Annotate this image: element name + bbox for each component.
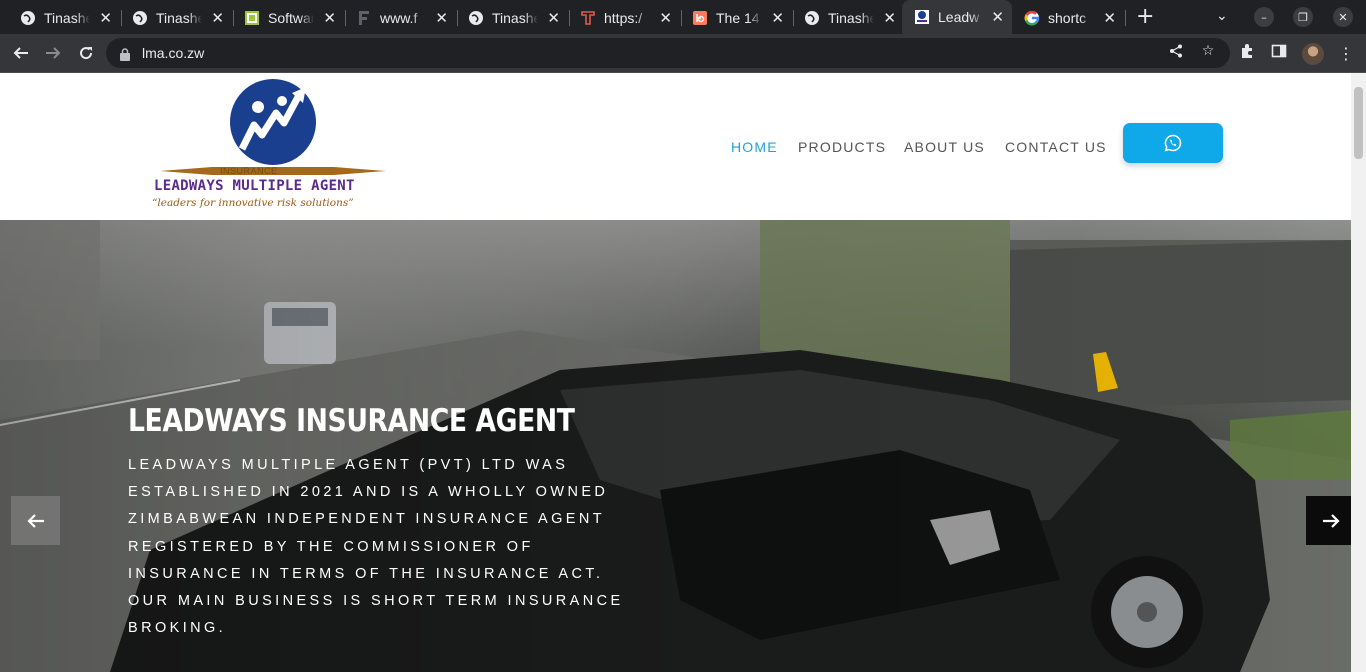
whatsapp-button[interactable]: [1123, 123, 1223, 163]
tab-divider: [1125, 10, 1126, 26]
browser-toolbar: lma.co.zw ☆: [0, 34, 1366, 73]
green-square-icon: [244, 10, 260, 26]
site-header: INSURANCE LEADWAYS MULTIPLE AGENT “leade…: [0, 73, 1351, 220]
globe-icon: [804, 10, 820, 26]
extensions-icon[interactable]: [1239, 43, 1255, 59]
slider-next-button[interactable]: [1306, 496, 1351, 545]
tab-title: Leadw: [938, 9, 980, 25]
tab-5[interactable]: Tinashe ✕: [456, 4, 568, 31]
tab-6[interactable]: https:/ ✕: [568, 4, 680, 31]
close-window-icon[interactable]: ✕: [1333, 7, 1353, 27]
tab-title: Tinashe: [492, 9, 538, 26]
minimize-icon[interactable]: –: [1254, 7, 1274, 27]
nav-home[interactable]: HOME: [731, 139, 778, 155]
logo-band-text: INSURANCE: [220, 166, 278, 176]
browser-tab-strip: Tinashe ✕ Tinashe ✕ Software ✕ www.f ✕ T…: [0, 0, 1366, 34]
logo-company-name: LEADWAYS MULTIPLE AGENT: [154, 178, 355, 194]
red-t-icon: [580, 10, 596, 26]
hero-title: LEADWAYS INSURANCE AGENT: [128, 403, 575, 439]
hero-line: REGISTERED BY THE COMMISSIONER OF: [128, 538, 534, 555]
restore-icon[interactable]: ❐: [1293, 7, 1313, 27]
tab-title: Tinashe: [44, 9, 90, 26]
slider-prev-button[interactable]: [11, 496, 60, 545]
whatsapp-icon: [1164, 134, 1182, 152]
tab-active-leadways[interactable]: Leadw ✕: [902, 0, 1012, 34]
letter-f-icon: [356, 10, 372, 26]
side-panel-icon[interactable]: [1271, 43, 1287, 59]
tab-title: The 14: [716, 9, 760, 26]
new-tab-button[interactable]: +: [1136, 6, 1154, 28]
tab-title: www.f: [380, 9, 418, 26]
close-tab-icon[interactable]: ✕: [435, 9, 448, 27]
tab-10[interactable]: shortc ✕: [1012, 4, 1124, 31]
close-tab-icon[interactable]: ✕: [771, 9, 784, 27]
tab-title: shortc: [1048, 9, 1087, 26]
hubspot-icon: [692, 10, 708, 26]
nav-products[interactable]: PRODUCTS: [798, 139, 886, 155]
tab-8[interactable]: Tinashe ✕: [792, 4, 904, 31]
hero-slider: LEADWAYS INSURANCE AGENT LEADWAYS MULTIP…: [0, 220, 1351, 672]
scrollbar-thumb[interactable]: [1354, 87, 1363, 159]
globe-icon: [468, 10, 484, 26]
tab-1[interactable]: Tinashe ✕: [8, 4, 120, 31]
site-logo[interactable]: INSURANCE LEADWAYS MULTIPLE AGENT “leade…: [150, 77, 402, 211]
page-scrollbar[interactable]: [1351, 73, 1366, 672]
globe-icon: [20, 10, 36, 26]
web-page: INSURANCE LEADWAYS MULTIPLE AGENT “leade…: [0, 73, 1351, 672]
close-tab-icon[interactable]: ✕: [99, 9, 112, 27]
profile-avatar[interactable]: [1302, 43, 1324, 65]
reload-icon[interactable]: [75, 42, 97, 64]
more-menu-icon[interactable]: ⋮: [1338, 44, 1354, 63]
tab-title: https:/: [604, 9, 643, 26]
arrow-left-icon: [26, 513, 44, 528]
tab-title: Software: [268, 9, 314, 26]
hero-description: LEADWAYS MULTIPLE AGENT (PVT) LTD WAS ES…: [128, 452, 668, 642]
close-tab-icon[interactable]: ✕: [211, 9, 224, 27]
leadways-icon: [914, 9, 930, 25]
tab-3[interactable]: Software ✕: [232, 4, 344, 31]
bookmark-star-icon[interactable]: ☆: [1200, 43, 1216, 59]
globe-icon: [132, 10, 148, 26]
address-bar[interactable]: lma.co.zw: [106, 38, 1230, 68]
close-tab-icon[interactable]: ✕: [323, 9, 336, 27]
tab-4[interactable]: www.f ✕: [344, 4, 456, 31]
hero-line: OUR MAIN BUSINESS IS SHORT TERM INSURANC…: [128, 593, 624, 610]
arrow-right-icon: [1322, 513, 1340, 528]
tab-title: Tinashe: [828, 9, 874, 26]
lock-icon[interactable]: [120, 46, 130, 61]
logo-emblem-icon: [160, 79, 386, 175]
tab-2[interactable]: Tinashe ✕: [120, 4, 232, 31]
share-icon[interactable]: [1168, 43, 1184, 59]
close-tab-icon[interactable]: ✕: [991, 8, 1004, 26]
back-icon[interactable]: [10, 42, 32, 64]
forward-icon[interactable]: [42, 42, 64, 64]
hero-line: BROKING.: [128, 620, 227, 637]
close-tab-icon[interactable]: ✕: [659, 9, 672, 27]
nav-about-us[interactable]: ABOUT US: [904, 139, 985, 155]
close-tab-icon[interactable]: ✕: [547, 9, 560, 27]
hero-line: ZIMBABWEAN INDEPENDENT INSURANCE AGENT: [128, 511, 605, 528]
url-text[interactable]: lma.co.zw: [142, 45, 204, 61]
hero-line: ESTABLISHED IN 2021 AND IS A WHOLLY OWNE…: [128, 484, 609, 501]
nav-contact-us[interactable]: CONTACT US: [1005, 139, 1107, 155]
tab-7[interactable]: The 14 ✕: [680, 4, 792, 31]
google-icon: [1024, 10, 1040, 26]
tab-title: Tinashe: [156, 9, 202, 26]
close-tab-icon[interactable]: ✕: [1103, 9, 1116, 27]
logo-tagline: “leaders for innovative risk solutions”: [152, 197, 354, 209]
close-tab-icon[interactable]: ✕: [883, 9, 896, 27]
hero-line: LEADWAYS MULTIPLE AGENT (PVT) LTD WAS: [128, 457, 569, 473]
tab-search-chevron-icon[interactable]: ⌄: [1216, 8, 1228, 24]
hero-line: INSURANCE IN TERMS OF THE INSURANCE ACT.: [128, 565, 604, 582]
